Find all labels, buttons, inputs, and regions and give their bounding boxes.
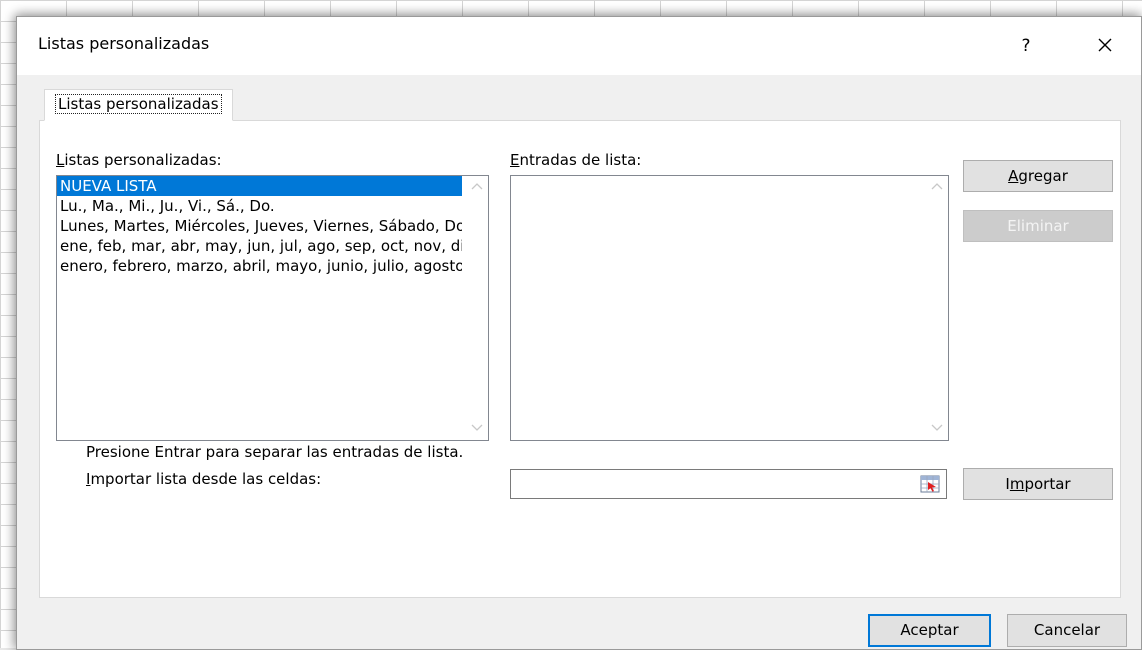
custom-lists-listbox[interactable]: NUEVA LISTA Lu., Ma., Mi., Ju., Vi., Sá.,… [56,175,489,441]
list-entries-label: Entradas de lista: [510,151,642,169]
tab-label: Listas personalizadas [55,94,222,114]
cancel-button[interactable]: Cancelar [1007,614,1127,647]
add-button[interactable]: Agregar [963,160,1113,192]
scroll-down-icon[interactable] [930,420,944,434]
list-item[interactable]: Lu., Ma., Mi., Ju., Vi., Sá., Do. [57,196,462,216]
import-button[interactable]: Importar [963,468,1113,500]
tab-custom-lists[interactable]: Listas personalizadas [44,89,233,121]
entries-scrollbar[interactable] [926,176,948,440]
list-item[interactable]: ene, feb, mar, abr, may, jun, jul, ago, … [57,236,462,256]
dialog-title: Listas personalizadas [38,34,210,53]
import-range-input[interactable] [510,469,947,499]
title-bar: Listas personalizadas ? [17,17,1141,75]
custom-lists-dialog: Listas personalizadas ? Listas personali… [16,16,1142,650]
range-select-icon[interactable] [920,475,940,493]
list-item[interactable]: enero, febrero, marzo, abril, mayo, juni… [57,256,462,276]
scroll-down-icon[interactable] [470,420,484,434]
list-item[interactable]: NUEVA LISTA [57,176,462,196]
custom-lists-label: Listas personalizadas: [56,151,222,169]
ok-button[interactable]: Aceptar [868,614,991,647]
list-item[interactable]: Lunes, Martes, Miércoles, Jueves, Vierne… [57,216,462,236]
help-button[interactable]: ? [1007,29,1045,63]
list-entries-textarea[interactable] [510,175,949,441]
delete-button[interactable]: Eliminar [963,210,1113,242]
import-label: Importar lista desde las celdas: [86,470,322,488]
scroll-up-icon[interactable] [470,180,484,194]
hint-text: Presione Entrar para separar las entrada… [86,443,464,461]
listbox-scrollbar[interactable] [466,176,488,440]
scroll-up-icon[interactable] [930,180,944,194]
close-button[interactable] [1085,29,1125,63]
close-icon [1098,38,1112,52]
